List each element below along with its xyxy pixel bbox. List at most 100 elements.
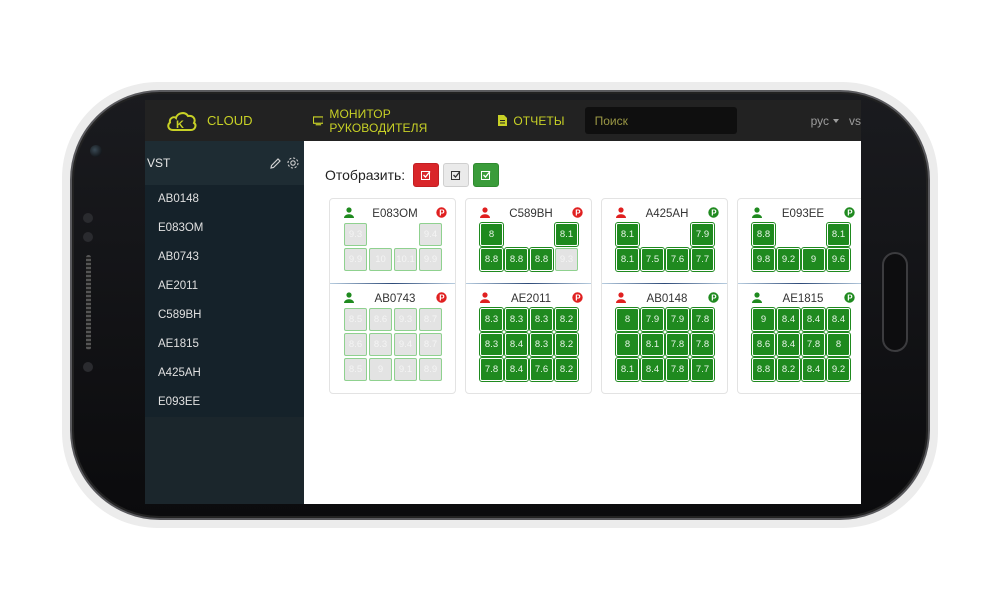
sensor-cell: 8.4: [801, 307, 826, 332]
sensor-cell: 9.2: [826, 357, 851, 382]
svg-text:P: P: [439, 209, 445, 218]
vehicle-header: A425AH P: [602, 205, 727, 223]
sensor-cells: 8.5 8.6 9.3 8.7 8.6 8.3 9.4 8.7 8.5 9 9.1 8.9: [344, 308, 455, 381]
sensor-cell: 8.9: [419, 358, 442, 381]
sidebar-item[interactable]: E093EE: [145, 388, 304, 417]
app-screen: K CLOUD МОНИТОР РУКОВОДИТЕЛЯ ОТЧЕТЫ рус …: [145, 100, 861, 504]
sidebar-item[interactable]: AB0743: [145, 243, 304, 272]
sensor-cell: 9.9: [344, 248, 367, 271]
checkbox-icon: [451, 171, 461, 180]
brand-link[interactable]: K CLOUD: [165, 109, 253, 133]
sensor-cell: 8.8: [751, 357, 776, 382]
sensor-cell: 8: [479, 222, 504, 247]
pencil-icon[interactable]: [269, 157, 282, 170]
sensor-cell: 7.6: [665, 247, 690, 272]
sidebar-item[interactable]: A425AH: [145, 359, 304, 388]
sensor-cell: 7.7: [690, 247, 715, 272]
sensor-cell: 8: [615, 332, 640, 357]
vehicle-plate: AE2011: [510, 293, 552, 305]
main-panel: Отобразить: E083OM P 9.3 9.4 9.9 10 10.1 9.9 …: [304, 141, 861, 504]
vehicle-block[interactable]: E083OM P 9.3 9.4 9.9 10 10.1 9.9: [330, 205, 455, 271]
sidebar-item[interactable]: AB0148: [145, 185, 304, 214]
empty-cell: [530, 223, 553, 246]
sidebar-item[interactable]: AE1815: [145, 330, 304, 359]
filter-gray-button[interactable]: [443, 163, 470, 187]
vehicle-block[interactable]: AE1815 P 9 8.4 8.4 8.4 8.6 8.4 7.8 8 8.8 8.2 8.4 9.…: [738, 290, 861, 382]
driver-icon: [480, 205, 490, 223]
checkbox-icon: [481, 171, 491, 180]
vehicle-block[interactable]: AB0743 P 8.5 8.6 9.3 8.7 8.6 8.3 9.4 8.7 8.5 9 9.1…: [330, 290, 455, 381]
sensor-cell: 9.6: [826, 247, 851, 272]
parking-icon: P: [844, 290, 855, 308]
vehicle-header: C589BH P: [466, 205, 591, 223]
sensor-cell: 8.8: [504, 247, 529, 272]
parking-icon: P: [708, 290, 719, 308]
vehicle-block[interactable]: AE2011 P 8.3 8.3 8.3 8.2 8.3 8.4 8.3 8.2 7.8 8.4 7…: [466, 290, 591, 382]
sensor-cell: 8.2: [554, 307, 579, 332]
gear-icon[interactable]: [286, 156, 300, 170]
sensor-cells: 8.1 7.9 8.1 7.5 7.6 7.7: [615, 222, 727, 272]
sensor-cell: 10.1: [394, 248, 417, 271]
sensor-cell: 8: [826, 332, 851, 357]
sensor-cell: 8.6: [751, 332, 776, 357]
sensor-cells: 8.8 8.1 9.8 9.2 9 9.6: [751, 222, 861, 272]
sensor-cell: 7.9: [640, 307, 665, 332]
sidebar-item[interactable]: C589BH: [145, 301, 304, 330]
sensor-cell: 9.9: [419, 248, 442, 271]
driver-icon: [344, 290, 354, 308]
vehicle-block[interactable]: A425AH P 8.1 7.9 8.1 7.5 7.6 7.7: [602, 205, 727, 272]
sensor-cell: 9.8: [751, 247, 776, 272]
sensor-cell: 7.8: [479, 357, 504, 382]
sensor-cell: 8.4: [776, 332, 801, 357]
user-menu[interactable]: vs: [849, 114, 861, 128]
sensor-cell: 8: [615, 307, 640, 332]
filter-red-button[interactable]: [413, 163, 440, 187]
sidebar-item[interactable]: E083OM: [145, 214, 304, 243]
stage: K CLOUD МОНИТОР РУКОВОДИТЕЛЯ ОТЧЕТЫ рус …: [0, 0, 1000, 605]
vehicle-block[interactable]: AB0148 P 8 7.9 7.9 7.8 8 8.1 7.8 7.8 8.1 8.4 7.8 7.…: [602, 290, 727, 382]
vehicle-grid: E083OM P 9.3 9.4 9.9 10 10.1 9.9 AB0743 P 8.5…: [329, 198, 861, 394]
search-input[interactable]: [584, 107, 737, 134]
parking-icon: P: [844, 205, 855, 223]
vehicle-block[interactable]: E093EE P 8.8 8.1 9.8 9.2 9 9.6: [738, 205, 861, 272]
sensor-cell: 8.3: [479, 307, 504, 332]
filter-green-button[interactable]: [473, 163, 500, 187]
display-label: Отобразить:: [325, 167, 406, 183]
sensor-cell: 7.9: [665, 307, 690, 332]
parking-icon: P: [572, 205, 583, 223]
sensor-cell: 8.3: [369, 333, 392, 356]
sensor-cell: 9: [369, 358, 392, 381]
monitor-icon: [312, 115, 324, 125]
sensor-cell: 9.4: [419, 223, 442, 246]
driver-icon: [752, 205, 762, 223]
sensor-cell: 7.8: [690, 332, 715, 357]
parking-icon: P: [436, 205, 447, 223]
home-button[interactable]: [882, 252, 908, 352]
sidebar-item[interactable]: AE2011: [145, 272, 304, 301]
language-dropdown[interactable]: рус: [811, 114, 839, 128]
vehicle-card: E093EE P 8.8 8.1 9.8 9.2 9 9.6 AE1815 P 9 8.4 8…: [737, 198, 861, 394]
vehicle-card: C589BH P 8 8.1 8.8 8.8 8.8 9.3 AE2011 P 8.3 8.…: [465, 198, 592, 394]
card-divider: [738, 283, 861, 284]
sensor-cell: 8.3: [479, 332, 504, 357]
svg-text:P: P: [711, 209, 717, 218]
svg-text:P: P: [847, 294, 853, 303]
sensor-cell: 8.4: [826, 307, 851, 332]
driver-icon: [480, 290, 490, 308]
empty-cell: [369, 223, 392, 246]
parking-icon: P: [572, 290, 583, 308]
caret-down-icon: [833, 118, 839, 123]
brand-name: CLOUD: [207, 113, 253, 128]
nav-monitor[interactable]: МОНИТОР РУКОВОДИТЕЛЯ: [312, 107, 477, 135]
empty-cell: [394, 223, 417, 246]
sensor-cell: 8.2: [554, 332, 579, 357]
vehicle-plate: AB0743: [374, 293, 416, 305]
vehicle-block[interactable]: C589BH P 8 8.1 8.8 8.8 8.8 9.3: [466, 205, 591, 272]
checkbox-icon: [421, 171, 431, 180]
sidebar-group-name: VST: [147, 156, 171, 170]
sensor-cell: 8.6: [369, 308, 392, 331]
card-divider: [602, 283, 727, 284]
nav-reports[interactable]: ОТЧЕТЫ: [498, 114, 564, 128]
vehicle-card: A425AH P 8.1 7.9 8.1 7.5 7.6 7.7 AB0148 P 8 7.…: [601, 198, 728, 394]
navbar: K CLOUD МОНИТОР РУКОВОДИТЕЛЯ ОТЧЕТЫ рус …: [145, 100, 861, 141]
